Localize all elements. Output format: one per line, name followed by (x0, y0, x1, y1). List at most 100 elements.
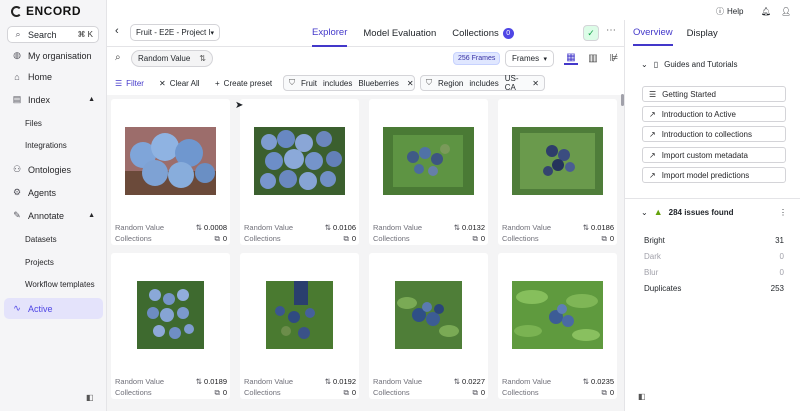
project-select[interactable]: Fruit - E2E - Project l ▾ (130, 24, 220, 41)
panel-collapse-icon[interactable]: ◧ (638, 392, 646, 401)
kebab-menu-icon[interactable]: ⋮ (779, 208, 787, 217)
tab-explorer[interactable]: Explorer (312, 20, 348, 47)
encord-logo[interactable]: ENCORD (11, 4, 81, 18)
index-icon: ▤ (12, 94, 22, 104)
remove-chip-icon[interactable]: ✕ (407, 79, 414, 88)
frames-select[interactable]: Frames ▾ (505, 50, 554, 67)
scatter-view-icon[interactable]: ⊯ (607, 51, 621, 65)
metric-value: 0.0227 (462, 377, 485, 386)
guide-import-metadata[interactable]: ↗ Import custom metadata (642, 147, 786, 163)
metric-value: 0.0008 (204, 223, 227, 232)
frame-card[interactable]: Random Value ⇅ 0.0227 Collections ⧉ 0 (369, 253, 488, 399)
user-icon[interactable]: 👤︎ (781, 4, 791, 18)
tab-model-evaluation[interactable]: Model Evaluation (363, 20, 436, 47)
grid-view-icon[interactable]: ▦ (564, 51, 578, 65)
external-link-icon: ↗ (649, 129, 656, 139)
chevron-down-icon: ⌄ (641, 60, 648, 69)
list-icon: ☰ (649, 89, 657, 99)
frame-card[interactable]: Random Value ⇅ 0.0189 Collections ⧉ 0 (111, 253, 230, 399)
metric-label: Random Value (373, 223, 423, 232)
collections-value: 0 (222, 234, 227, 243)
issue-row-dark[interactable]: Dark 0 (644, 252, 784, 261)
sidebar-item-label: Workflow templates (25, 280, 95, 289)
frames-count-badge: 256 Frames (453, 52, 501, 65)
sort-order-icon[interactable]: ⇅ (199, 54, 206, 63)
remove-chip-icon[interactable]: ✕ (532, 79, 539, 88)
sidebar-collapse-icon[interactable]: ◧ (86, 393, 94, 402)
chip-value: Blueberries (358, 78, 399, 88)
search-icon[interactable]: ⌕ (115, 52, 121, 63)
collection-icon: ⧉ (601, 388, 607, 397)
sidebar-item-index[interactable]: ▤ Index ▲ (4, 89, 103, 110)
tab-overview[interactable]: Overview (633, 20, 673, 46)
check-icon[interactable]: ✓ (583, 25, 599, 41)
issue-row-duplicates[interactable]: Duplicates 253 (644, 284, 784, 293)
collection-icon: ⧉ (214, 388, 220, 397)
frame-card[interactable]: Random Value ⇅ 0.0192 Collections ⧉ 0 (240, 253, 359, 399)
metric-row: Random Value ⇅ 0.0227 (373, 377, 485, 386)
sidebar-item-home[interactable]: ⌂ Home (4, 66, 103, 87)
active-icon: ∿ (13, 303, 21, 313)
filter-chip-fruit[interactable]: ⛉ Fruit includes Blueberries ✕ (283, 75, 415, 91)
metric-row: Random Value ⇅ 0.0106 (244, 223, 356, 232)
issue-row-bright[interactable]: Bright 31 (644, 236, 784, 245)
metric-row: Random Value ⇅ 0.0008 (115, 223, 227, 232)
create-preset-button[interactable]: + Create preset (215, 75, 272, 91)
guide-label: Import model predictions (661, 170, 750, 180)
sidebar-item-ontologies[interactable]: ⚇ Ontologies (4, 159, 103, 180)
sidebar-item-files[interactable]: Files (4, 113, 103, 134)
sidebar-item-integrations[interactable]: Integrations (4, 135, 103, 156)
chip-value: US-CA (504, 74, 519, 92)
tab-collections[interactable]: Collections 0 (452, 20, 514, 47)
frame-card[interactable]: Random Value ⇅ 0.0106 Collections ⧉ 0 (240, 99, 359, 245)
sidebar-item-workflow-templates[interactable]: Workflow templates (4, 274, 103, 295)
guide-import-predictions[interactable]: ↗ Import model predictions (642, 167, 786, 183)
more-options-icon[interactable]: ⋯ (606, 25, 616, 36)
guides-header[interactable]: ⌄ ▯ Guides and Tutorials (641, 60, 737, 69)
guide-intro-collections[interactable]: ↗ Introduction to collections (642, 126, 786, 142)
bell-icon[interactable]: 🔔︎ (761, 4, 771, 18)
blueberry-image (137, 281, 204, 349)
collections-value: 0 (480, 234, 485, 243)
frame-card[interactable]: Random Value ⇅ 0.0235 Collections ⧉ 0 (498, 253, 617, 399)
clear-all-button[interactable]: ✕ Clear All (159, 75, 200, 91)
issue-row-blur[interactable]: Blur 0 (644, 268, 784, 277)
sort-metric-icon: ⇅ (453, 377, 461, 386)
filter-bar: ☰ Filter ✕ Clear All + Create preset ⛉ F… (107, 72, 624, 93)
help-link[interactable]: ⓘ Help (716, 4, 743, 18)
frame-card[interactable]: Random Value ⇅ 0.0132 Collections ⧉ 0 (369, 99, 488, 245)
issues-title: 284 issues found (668, 207, 734, 217)
collections-label: Collections (502, 234, 539, 243)
sidebar-item-annotate[interactable]: ✎ Annotate ▲ (4, 205, 103, 226)
sidebar-item-my-organisation[interactable]: ◍ My organisation (4, 45, 103, 66)
agents-icon: ⚙ (12, 187, 22, 197)
sidebar-item-agents[interactable]: ⚙ Agents (4, 182, 103, 203)
collections-label: Collections (373, 388, 410, 397)
sidebar-search[interactable]: ⌕ Search ⌘ K (7, 26, 99, 43)
create-preset-label: Create preset (223, 78, 273, 88)
logo-text: ENCORD (26, 4, 82, 18)
guide-intro-active[interactable]: ↗ Introduction to Active (642, 106, 786, 122)
filter-button[interactable]: ☰ Filter (115, 75, 144, 91)
blueberry-image (512, 127, 603, 195)
bar-chart-view-icon[interactable]: ▥ (586, 51, 600, 65)
external-link-icon: ↗ (649, 109, 656, 119)
collection-icon: ⧉ (343, 388, 349, 397)
sidebar-item-projects[interactable]: Projects (4, 252, 103, 273)
tab-display[interactable]: Display (687, 20, 718, 46)
sort-label: Random Value (138, 54, 191, 63)
collections-label: Collections (244, 234, 281, 243)
frame-card[interactable]: Random Value ⇅ 0.0186 Collections ⧉ 0 (498, 99, 617, 245)
frame-card[interactable]: Random Value ⇅ 0.0008 Collections ⧉ 0 (111, 99, 230, 245)
issues-header[interactable]: ⌄ ▲ 284 issues found ⋮ (641, 207, 787, 217)
collection-icon: ⧉ (601, 234, 607, 243)
tab-label: Model Evaluation (363, 28, 437, 39)
filter-label: Filter (126, 78, 144, 88)
guide-label: Introduction to Active (661, 109, 736, 119)
filter-chip-region[interactable]: ⛉ Region includes US-CA ✕ (420, 74, 545, 92)
guide-getting-started[interactable]: ☰ Getting Started (642, 86, 786, 102)
sidebar-item-datasets[interactable]: Datasets (4, 229, 103, 250)
sort-select[interactable]: Random Value ⇅ (131, 50, 213, 67)
back-arrow-icon[interactable]: ‹ (115, 25, 119, 37)
sidebar-item-active[interactable]: ∿ Active (4, 298, 103, 319)
